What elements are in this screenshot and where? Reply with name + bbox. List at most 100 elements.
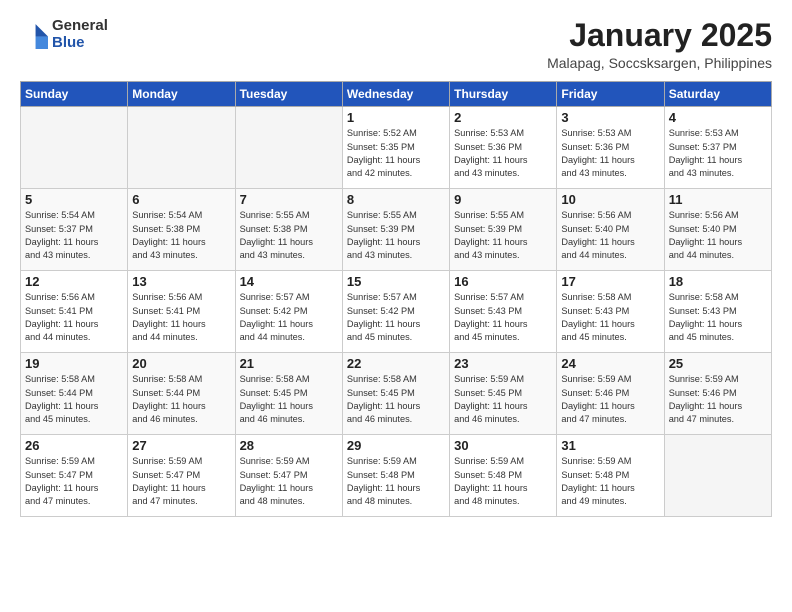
day-number: 12 (25, 274, 123, 289)
calendar-week-row: 19 Sunrise: 5:58 AM Sunset: 5:44 PM Dayli… (21, 353, 772, 435)
day-number: 9 (454, 192, 552, 207)
day-number: 22 (347, 356, 445, 371)
day-number: 1 (347, 110, 445, 125)
day-number: 23 (454, 356, 552, 371)
calendar-cell: 4 Sunrise: 5:53 AM Sunset: 5:37 PM Daylig… (664, 107, 771, 189)
day-info: Sunrise: 5:56 AM Sunset: 5:41 PM Dayligh… (25, 291, 123, 344)
calendar-cell: 27 Sunrise: 5:59 AM Sunset: 5:47 PM Dayli… (128, 435, 235, 517)
calendar-cell: 24Sunrise: 5:59 AM Sunset: 5:46 PM Dayli… (557, 353, 664, 435)
day-number: 26 (25, 438, 123, 453)
day-info: Sunrise: 5:58 AM Sunset: 5:44 PM Dayligh… (25, 373, 123, 426)
day-number: 25 (669, 356, 767, 371)
weekday-header: Thursday (450, 82, 557, 107)
calendar-cell: 12 Sunrise: 5:56 AM Sunset: 5:41 PM Dayli… (21, 271, 128, 353)
day-info: Sunrise: 5:55 AM Sunset: 5:38 PM Dayligh… (240, 209, 338, 262)
calendar-week-row: 5Sunrise: 5:54 AM Sunset: 5:37 PM Daylig… (21, 189, 772, 271)
logo-blue: Blue (52, 34, 85, 51)
calendar-cell: 29Sunrise: 5:59 AM Sunset: 5:48 PM Dayli… (342, 435, 449, 517)
day-info: Sunrise: 5:55 AM Sunset: 5:39 PM Dayligh… (347, 209, 445, 262)
day-number: 16 (454, 274, 552, 289)
day-info: Sunrise: 5:57 AM Sunset: 5:42 PM Dayligh… (347, 291, 445, 344)
day-number: 31 (561, 438, 659, 453)
day-info: Sunrise: 5:53 AM Sunset: 5:37 PM Dayligh… (669, 127, 767, 180)
calendar-cell: 3 Sunrise: 5:53 AM Sunset: 5:36 PM Daylig… (557, 107, 664, 189)
day-number: 27 (132, 438, 230, 453)
calendar-cell (21, 107, 128, 189)
calendar-cell: 2 Sunrise: 5:53 AM Sunset: 5:36 PM Daylig… (450, 107, 557, 189)
day-number: 17 (561, 274, 659, 289)
calendar-cell: 16 Sunrise: 5:57 AM Sunset: 5:43 PM Dayli… (450, 271, 557, 353)
day-number: 18 (669, 274, 767, 289)
calendar-cell: 26Sunrise: 5:59 AM Sunset: 5:47 PM Dayli… (21, 435, 128, 517)
day-number: 15 (347, 274, 445, 289)
weekday-header: Monday (128, 82, 235, 107)
calendar-cell: 14 Sunrise: 5:57 AM Sunset: 5:42 PM Dayli… (235, 271, 342, 353)
day-number: 5 (25, 192, 123, 207)
day-info: Sunrise: 5:59 AM Sunset: 5:47 PM Dayligh… (240, 455, 338, 508)
calendar-week-row: 12 Sunrise: 5:56 AM Sunset: 5:41 PM Dayli… (21, 271, 772, 353)
day-info: Sunrise: 5:57 AM Sunset: 5:43 PM Dayligh… (454, 291, 552, 344)
day-info: Sunrise: 5:58 AM Sunset: 5:45 PM Dayligh… (347, 373, 445, 426)
weekday-header: Saturday (664, 82, 771, 107)
day-number: 3 (561, 110, 659, 125)
day-number: 10 (561, 192, 659, 207)
day-number: 14 (240, 274, 338, 289)
header-row: SundayMondayTuesdayWednesdayThursdayFrid… (21, 82, 772, 107)
day-number: 2 (454, 110, 552, 125)
calendar-cell: 1 Sunrise: 5:52 AM Sunset: 5:35 PM Daylig… (342, 107, 449, 189)
day-number: 20 (132, 356, 230, 371)
day-number: 29 (347, 438, 445, 453)
page: General Blue January 2025 Malapag, Soccs… (0, 0, 792, 612)
calendar-cell (664, 435, 771, 517)
calendar-cell: 18Sunrise: 5:58 AM Sunset: 5:43 PM Dayli… (664, 271, 771, 353)
day-number: 13 (132, 274, 230, 289)
calendar-cell: 5Sunrise: 5:54 AM Sunset: 5:37 PM Daylig… (21, 189, 128, 271)
calendar-table: SundayMondayTuesdayWednesdayThursdayFrid… (20, 81, 772, 517)
calendar-cell: 25Sunrise: 5:59 AM Sunset: 5:46 PM Dayli… (664, 353, 771, 435)
day-number: 11 (669, 192, 767, 207)
day-info: Sunrise: 5:58 AM Sunset: 5:45 PM Dayligh… (240, 373, 338, 426)
day-number: 24 (561, 356, 659, 371)
calendar-cell: 17 Sunrise: 5:58 AM Sunset: 5:43 PM Dayli… (557, 271, 664, 353)
day-info: Sunrise: 5:59 AM Sunset: 5:47 PM Dayligh… (132, 455, 230, 508)
day-number: 21 (240, 356, 338, 371)
calendar-cell: 13Sunrise: 5:56 AM Sunset: 5:41 PM Dayli… (128, 271, 235, 353)
day-number: 4 (669, 110, 767, 125)
calendar-cell (235, 107, 342, 189)
calendar-week-row: 1 Sunrise: 5:52 AM Sunset: 5:35 PM Daylig… (21, 107, 772, 189)
day-info: Sunrise: 5:55 AM Sunset: 5:39 PM Dayligh… (454, 209, 552, 262)
day-info: Sunrise: 5:59 AM Sunset: 5:45 PM Dayligh… (454, 373, 552, 426)
day-info: Sunrise: 5:58 AM Sunset: 5:43 PM Dayligh… (561, 291, 659, 344)
calendar-cell: 15 Sunrise: 5:57 AM Sunset: 5:42 PM Dayli… (342, 271, 449, 353)
title-block: January 2025 Malapag, Soccsksargen, Phil… (547, 18, 772, 71)
calendar-cell: 31 Sunrise: 5:59 AM Sunset: 5:48 PM Dayli… (557, 435, 664, 517)
logo-icon (20, 21, 48, 49)
calendar-week-row: 26 Sunrise: 5:59 AM Sunset: 5:47 PM Dayli… (21, 435, 772, 517)
calendar-title: January 2025 (547, 18, 772, 53)
calendar-cell: 8Sunrise: 5:55 AM Sunset: 5:39 PM Daylig… (342, 189, 449, 271)
day-info: Sunrise: 5:59 AM Sunset: 5:48 PM Dayligh… (561, 455, 659, 508)
day-info: Sunrise: 5:56 AM Sunset: 5:40 PM Dayligh… (561, 209, 659, 262)
day-info: Sunrise: 5:53 AM Sunset: 5:36 PM Dayligh… (454, 127, 552, 180)
day-info: Sunrise: 5:57 AM Sunset: 5:42 PM Dayligh… (240, 291, 338, 344)
calendar-cell: 23 Sunrise: 5:59 AM Sunset: 5:45 PM Dayli… (450, 353, 557, 435)
logo-general: General (52, 17, 108, 34)
calendar-cell: 21 Sunrise: 5:58 AM Sunset: 5:45 PM Dayli… (235, 353, 342, 435)
day-number: 28 (240, 438, 338, 453)
day-info: Sunrise: 5:52 AM Sunset: 5:35 PM Dayligh… (347, 127, 445, 180)
day-info: Sunrise: 5:53 AM Sunset: 5:36 PM Dayligh… (561, 127, 659, 180)
weekday-header: Friday (557, 82, 664, 107)
day-info: Sunrise: 5:54 AM Sunset: 5:38 PM Dayligh… (132, 209, 230, 262)
weekday-header: Sunday (21, 82, 128, 107)
calendar-cell: 10 Sunrise: 5:56 AM Sunset: 5:40 PM Dayli… (557, 189, 664, 271)
calendar-cell: 6Sunrise: 5:54 AM Sunset: 5:38 PM Daylig… (128, 189, 235, 271)
calendar-cell: 22 Sunrise: 5:58 AM Sunset: 5:45 PM Dayli… (342, 353, 449, 435)
day-number: 30 (454, 438, 552, 453)
logo: General Blue (20, 18, 108, 51)
calendar-cell: 19 Sunrise: 5:58 AM Sunset: 5:44 PM Dayli… (21, 353, 128, 435)
day-number: 19 (25, 356, 123, 371)
calendar-cell: 11Sunrise: 5:56 AM Sunset: 5:40 PM Dayli… (664, 189, 771, 271)
calendar-cell (128, 107, 235, 189)
weekday-header: Tuesday (235, 82, 342, 107)
logo-text: General Blue (52, 18, 108, 51)
